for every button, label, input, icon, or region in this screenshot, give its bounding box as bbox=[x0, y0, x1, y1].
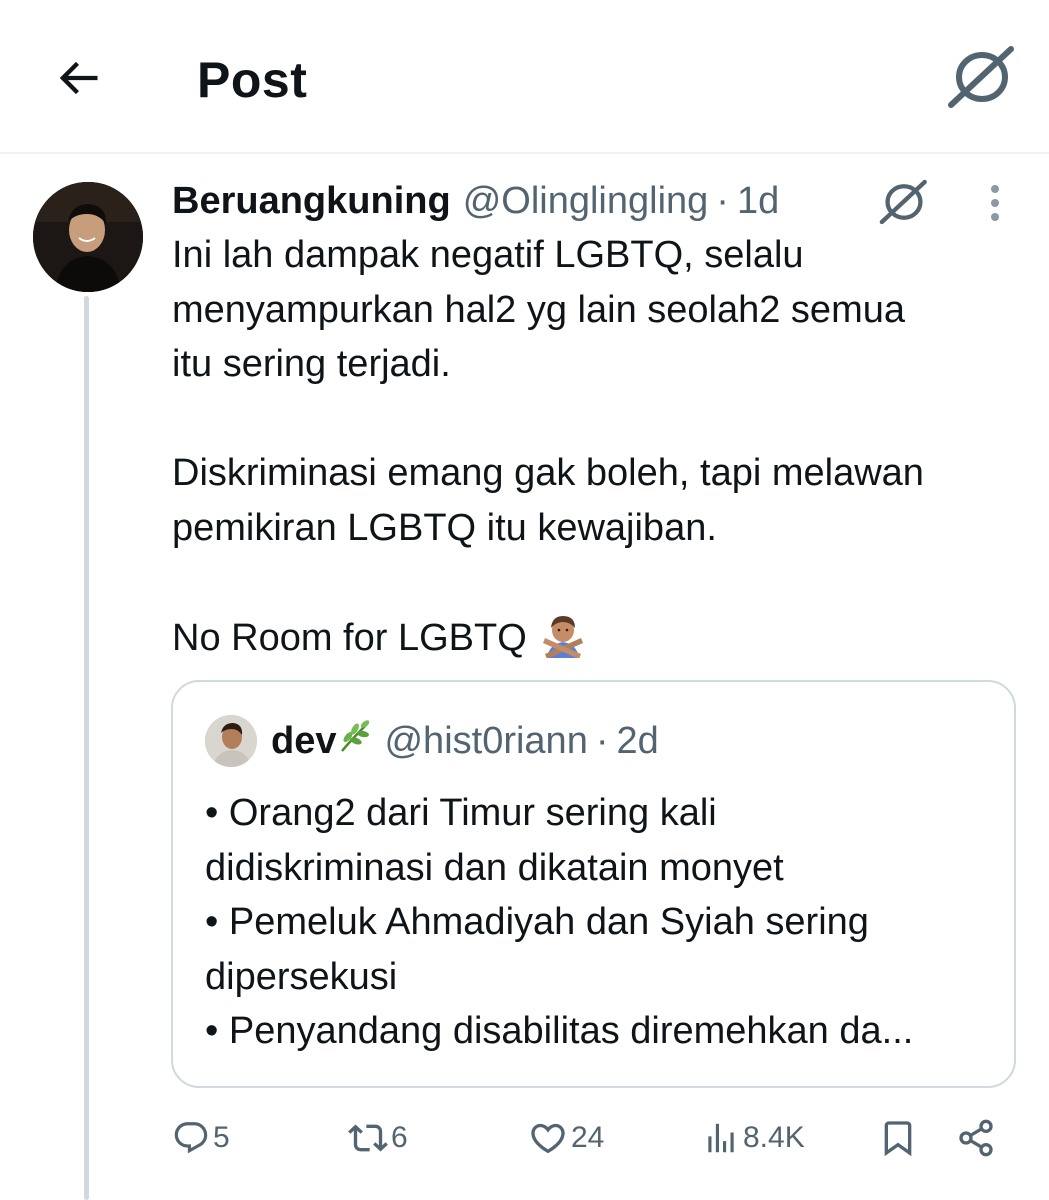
post-line: menyampurkan hal2 yg lain seolah2 semua bbox=[172, 288, 905, 331]
post-line: Ini lah dampak negatif LGBTQ, selalu bbox=[172, 234, 804, 276]
repost-button[interactable]: 6 bbox=[348, 1110, 408, 1166]
like-count: 24 bbox=[571, 1121, 605, 1154]
grok-button[interactable] bbox=[946, 44, 1018, 110]
more-options-button[interactable] bbox=[972, 180, 1018, 226]
post-action-bar: 5 6 24 8.4K bbox=[172, 1110, 1012, 1166]
post-text: Ini lah dampak negatif LGBTQ, selalu men… bbox=[172, 228, 1032, 673]
more-vertical-icon bbox=[991, 185, 999, 221]
reply-button[interactable]: 5 bbox=[172, 1110, 230, 1166]
quoted-line: • Pemeluk Ahmadiyah dan Syiah sering bbox=[205, 901, 869, 943]
view-count: 8.4K bbox=[743, 1121, 805, 1154]
author-handle[interactable]: @Olinglingling bbox=[463, 178, 709, 224]
quoted-post-text: • Orang2 dari Timur sering kali didiskri… bbox=[205, 786, 995, 1059]
heart-icon bbox=[531, 1123, 565, 1154]
quoted-line: • Orang2 dari Timur sering kali bbox=[205, 792, 717, 834]
post-timestamp[interactable]: 1d bbox=[737, 178, 779, 224]
post-header: Beruangkuning @Olinglingling · 1d bbox=[172, 178, 779, 224]
herb-emoji bbox=[338, 718, 372, 764]
arrow-left-icon bbox=[59, 61, 98, 95]
repost-icon bbox=[348, 1124, 388, 1152]
post-line: pemikiran LGBTQ itu kewajiban. bbox=[172, 506, 717, 549]
thread-connector-line bbox=[84, 296, 89, 1200]
bookmark-icon bbox=[884, 1121, 912, 1157]
avatar-photo bbox=[33, 182, 143, 292]
views-chart-icon bbox=[708, 1123, 734, 1153]
views-button[interactable]: 8.4K bbox=[702, 1110, 805, 1166]
post-line: Diskriminasi emang gak boleh, tapi melaw… bbox=[172, 452, 924, 494]
quoted-post-timestamp: 2d bbox=[616, 720, 659, 762]
quoted-line: • Penyandang disabilitas diremehkan da..… bbox=[205, 1010, 914, 1052]
quoted-author-handle: @hist0riann bbox=[384, 720, 588, 762]
quoted-author-avatar bbox=[205, 715, 257, 767]
bookmark-button[interactable] bbox=[878, 1110, 918, 1166]
grok-explain-button[interactable] bbox=[876, 174, 932, 230]
separator-dot: · bbox=[595, 720, 609, 762]
post-line: itu sering terjadi. bbox=[172, 343, 451, 385]
quoted-line: didiskriminasi dan dikatain monyet bbox=[205, 846, 784, 889]
quoted-post-card[interactable]: dev @hist0riann · 2d • Orang2 dari Timur… bbox=[171, 680, 1016, 1088]
quoted-author-name: dev bbox=[271, 720, 337, 762]
back-button[interactable] bbox=[46, 46, 110, 110]
reply-icon bbox=[174, 1122, 208, 1154]
author-name[interactable]: Beruangkuning bbox=[172, 178, 451, 224]
quoted-line: dipersekusi bbox=[205, 955, 398, 998]
post-line-text: No Room for LGBTQ bbox=[172, 616, 527, 659]
separator-dot: · bbox=[716, 180, 729, 222]
quoted-post-header: dev @hist0riann · 2d bbox=[271, 718, 659, 764]
post-line-last: No Room for LGBTQ bbox=[172, 610, 1032, 674]
like-button[interactable]: 24 bbox=[528, 1110, 604, 1166]
repost-count: 6 bbox=[391, 1121, 408, 1154]
top-app-bar: Post bbox=[0, 0, 1049, 154]
share-icon bbox=[959, 1119, 993, 1157]
person-gesturing-no-emoji bbox=[537, 610, 589, 674]
author-avatar[interactable] bbox=[33, 182, 143, 292]
page-title: Post bbox=[197, 52, 308, 108]
reply-count: 5 bbox=[213, 1121, 230, 1154]
grok-icon bbox=[879, 179, 927, 225]
grok-icon bbox=[948, 46, 1014, 108]
avatar-photo bbox=[205, 715, 257, 767]
share-button[interactable] bbox=[956, 1110, 996, 1166]
